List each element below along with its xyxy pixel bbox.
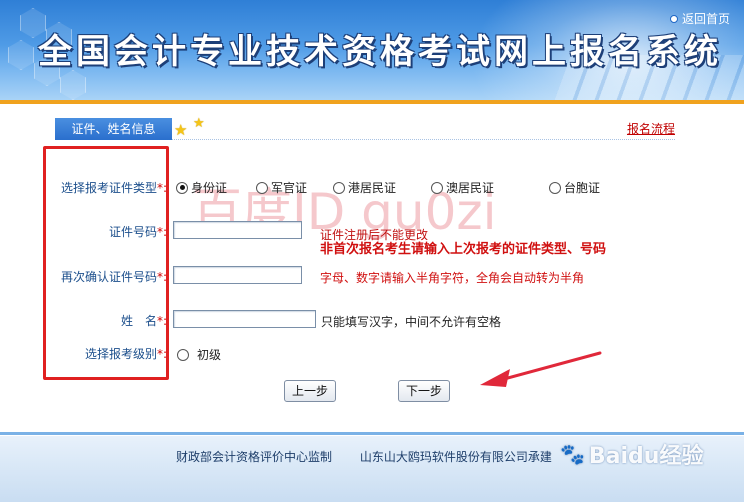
- back-home-label: 返回首页: [681, 12, 730, 26]
- paw-icon: 🐾: [560, 442, 585, 466]
- radio-level-junior[interactable]: 初级: [177, 346, 221, 363]
- highlight-box: [43, 146, 169, 380]
- name-input[interactable]: [173, 310, 316, 328]
- registration-flow-link[interactable]: 报名流程: [627, 120, 675, 137]
- radio-label: 澳居民证: [446, 181, 495, 195]
- radio-circle[interactable]: [176, 181, 188, 194]
- star-icon: ★: [193, 116, 205, 131]
- id-number-important-hint: 非首次报名考生请输入上次报考的证件类型、号码: [320, 242, 607, 257]
- id-number-input[interactable]: [173, 221, 302, 239]
- baidu-jingyan-text: Baidu经验: [588, 444, 704, 469]
- radio-officer-card[interactable]: 军官证: [256, 179, 307, 196]
- prev-step-button[interactable]: 上一步: [284, 380, 336, 402]
- radio-circle[interactable]: [256, 181, 268, 194]
- radio-hk-resident-card[interactable]: 港居民证: [333, 179, 396, 196]
- footer-divider: [0, 432, 744, 435]
- radio-circle[interactable]: [549, 181, 561, 194]
- next-step-button[interactable]: 下一步: [398, 380, 450, 402]
- radio-id-card[interactable]: 身份证: [176, 179, 227, 196]
- footer-supervisor: 财政部会计资格评价中心监制: [176, 450, 333, 464]
- footer-credits: 财政部会计资格评价中心监制 山东山大鸥玛软件股份有限公司承建: [176, 448, 576, 465]
- radio-label: 港居民证: [348, 181, 397, 195]
- radio-macau-resident-card[interactable]: 澳居民证: [431, 179, 494, 196]
- radio-circle[interactable]: [177, 348, 189, 361]
- radio-circle[interactable]: [431, 181, 443, 194]
- hex-decoration: [8, 40, 34, 70]
- confirm-id-hint: 字母、数字请输入半角字符，全角会自动转为半角: [320, 271, 585, 285]
- confirm-id-input[interactable]: [173, 266, 302, 284]
- radio-label: 初级: [197, 348, 222, 362]
- annotation-arrow-icon: [480, 351, 602, 387]
- bullet-icon: [669, 14, 678, 23]
- footer-builder: 山东山大鸥玛软件股份有限公司承建: [359, 450, 552, 464]
- star-icon: ★: [174, 121, 188, 139]
- radio-label: 身份证: [191, 181, 228, 195]
- radio-label: 台胞证: [564, 181, 601, 195]
- radio-label: 军官证: [271, 181, 308, 195]
- radio-circle[interactable]: [333, 181, 345, 194]
- back-home-link[interactable]: 返回首页: [669, 10, 730, 27]
- name-hint: 只能填写汉字，中间不允许有空格: [321, 315, 502, 329]
- baidu-jingyan-logo: 🐾 Baidu经验: [560, 438, 703, 470]
- radio-taiwan-compatriot-card[interactable]: 台胞证: [549, 179, 600, 196]
